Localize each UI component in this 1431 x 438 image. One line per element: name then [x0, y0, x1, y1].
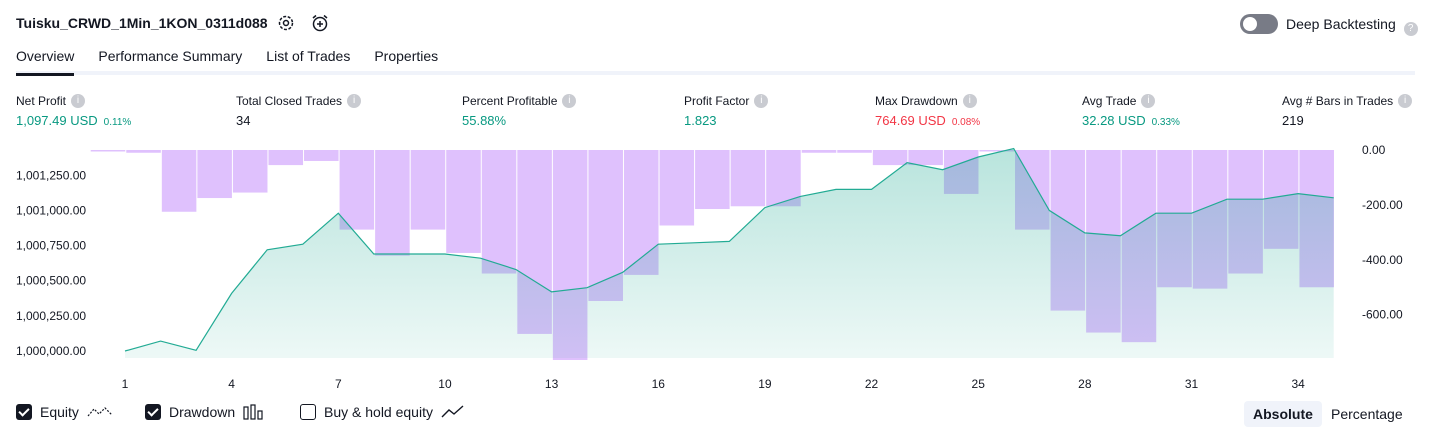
gear-icon[interactable]	[276, 13, 296, 33]
tab-list-of-trades[interactable]: List of Trades	[266, 48, 350, 76]
x-tick-label: 7	[335, 377, 342, 391]
help-icon[interactable]: ?	[1403, 22, 1418, 36]
left-tick-label: 1,000,500.00	[16, 274, 86, 288]
drawdown-bar	[730, 150, 766, 207]
drawdown-bar	[410, 150, 446, 230]
drawdown-bar	[126, 150, 161, 153]
x-tick-label: 16	[652, 377, 666, 391]
drawdown-bar	[268, 150, 304, 166]
x-tick-label: 22	[865, 377, 879, 391]
equity-checkbox[interactable]	[16, 404, 32, 420]
buy-hold-line-icon	[441, 405, 464, 418]
legend-equity[interactable]: Equity	[16, 404, 113, 420]
stat-total-closed-trades: Total Closed Trades i 34	[236, 94, 362, 128]
info-icon[interactable]: i	[347, 94, 362, 108]
drawdown-bar	[908, 150, 943, 166]
left-tick-label: 1,000,000.00	[16, 344, 86, 358]
tab-properties[interactable]: Properties	[374, 48, 438, 76]
drawdown-bar	[90, 150, 126, 152]
absolute-button[interactable]: Absolute	[1244, 401, 1322, 427]
drawdown-bar	[375, 150, 410, 256]
right-tick-label: -600.00	[1362, 308, 1403, 322]
info-icon[interactable]: i	[71, 94, 86, 108]
drawdown-bar	[481, 150, 517, 274]
x-tick-label: 10	[438, 377, 452, 391]
stat-max-drawdown: Max Drawdown i 764.69 USD 0.08%	[875, 94, 981, 128]
drawdown-bar	[801, 150, 837, 153]
stat-avg-bars-in-trades: Avg # Bars in Trades i 219	[1282, 94, 1413, 128]
tab-overview[interactable]: Overview	[16, 48, 75, 76]
info-icon[interactable]: i	[962, 94, 977, 108]
drawdown-bar	[197, 150, 232, 199]
drawdown-bar	[659, 150, 695, 226]
x-tick-label: 34	[1291, 377, 1305, 391]
equity-line-icon	[87, 407, 113, 417]
info-icon[interactable]: i	[562, 94, 577, 108]
right-tick-label: -400.00	[1362, 253, 1403, 267]
right-tick-label: 0.00	[1362, 143, 1386, 157]
drawdown-bar	[339, 150, 375, 230]
left-tick-label: 1,001,250.00	[16, 168, 86, 182]
x-tick-label: 4	[228, 377, 235, 391]
x-tick-label: 31	[1185, 377, 1199, 391]
right-tick-label: -200.00	[1362, 198, 1403, 212]
left-tick-label: 1,001,000.00	[16, 203, 86, 217]
stat-percent-profitable: Percent Profitable i 55.88%	[462, 94, 577, 128]
info-icon[interactable]: i	[1141, 94, 1156, 108]
drawdown-bars-icon	[243, 404, 263, 420]
drawdown-bar	[872, 150, 908, 166]
tab-bar: Overview Performance Summary List of Tra…	[16, 48, 438, 76]
stat-avg-trade: Avg Trade i 32.28 USD 0.33%	[1082, 94, 1180, 128]
equity-drawdown-chart[interactable]: 1,001,250.00 1,001,000.00 1,000,750.00 1,00…	[0, 140, 1431, 395]
x-tick-label: 28	[1078, 377, 1092, 391]
left-tick-label: 1,000,250.00	[16, 309, 86, 323]
alarm-clock-plus-icon[interactable]	[310, 13, 330, 33]
drawdown-bar	[161, 150, 197, 212]
legend-buy-hold-equity[interactable]: Buy & hold equity	[300, 404, 465, 420]
drawdown-bar	[695, 150, 730, 210]
drawdown-bar	[304, 150, 339, 161]
deep-backtesting-label: Deep Backtesting ?	[1286, 16, 1418, 36]
x-tick-label: 25	[972, 377, 986, 391]
percentage-button[interactable]: Percentage	[1322, 401, 1412, 427]
drawdown-bar	[446, 150, 481, 253]
drawdown-bar	[232, 150, 268, 193]
drawdown-checkbox[interactable]	[145, 404, 161, 420]
legend-drawdown[interactable]: Drawdown	[145, 404, 265, 420]
tab-performance-summary[interactable]: Performance Summary	[98, 48, 242, 76]
left-tick-label: 1,000,750.00	[16, 239, 86, 253]
x-tick-label: 19	[758, 377, 772, 391]
x-tick-label: 1	[122, 377, 129, 391]
deep-backtesting-toggle[interactable]	[1240, 14, 1278, 34]
drawdown-bar	[837, 150, 872, 153]
buy-hold-checkbox[interactable]	[300, 404, 316, 420]
stat-net-profit: Net Profit i 1,097.49 USD 0.11%	[16, 94, 132, 128]
info-icon[interactable]: i	[1398, 94, 1413, 108]
x-tick-label: 13	[545, 377, 559, 391]
info-icon[interactable]: i	[754, 94, 769, 108]
strategy-name: Tuisku_CRWD_1Min_1KON_0311d088	[16, 15, 268, 31]
stat-profit-factor: Profit Factor i 1.823	[684, 94, 769, 128]
